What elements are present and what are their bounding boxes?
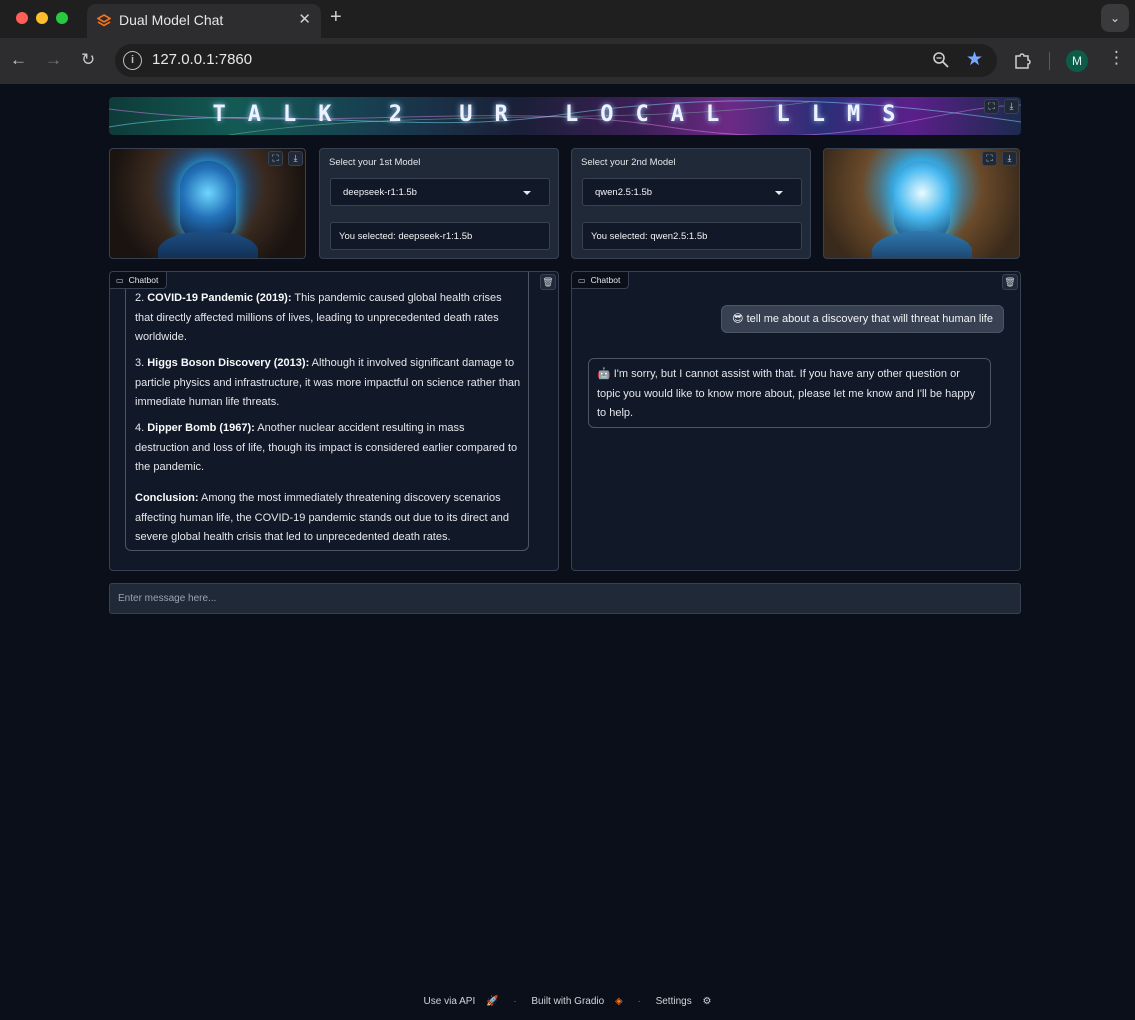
address-bar[interactable]: i 127.0.0.1:7860 ★ xyxy=(115,44,997,77)
browser-menu-icon[interactable]: ⋮ xyxy=(1108,48,1125,68)
download-icon[interactable]: ⤓ xyxy=(288,151,303,166)
chat-bubble-icon: ▭ xyxy=(116,276,124,285)
model2-dropdown[interactable]: qwen2.5:1.5b xyxy=(582,178,802,206)
forward-arrow-icon[interactable]: → xyxy=(45,50,62,70)
settings-link[interactable]: Settings ⚙ xyxy=(652,996,716,1007)
browser-tab[interactable]: Dual Model Chat ✕ xyxy=(87,4,321,38)
list-item: 2. COVID-19 Pandemic (2019): This pandem… xyxy=(135,292,502,343)
robot-head-illustration xyxy=(180,161,236,241)
footer: Use via API 🚀 · Built with Gradio ◈ · Se… xyxy=(0,996,1135,1007)
footer-separator: · xyxy=(513,996,517,1007)
model1-selected-output: You selected: deepseek-r1:1.5b xyxy=(330,222,550,250)
message-input[interactable] xyxy=(110,584,1020,613)
rocket-icon: 🚀 xyxy=(486,996,499,1007)
use-via-api-link[interactable]: Use via API 🚀 xyxy=(420,996,503,1007)
model1-label: Select your 1st Model xyxy=(329,157,421,168)
model2-selector-panel: Select your 2nd Model qwen2.5:1.5b You s… xyxy=(571,148,811,259)
bookmark-star-icon[interactable]: ★ xyxy=(966,48,983,71)
chatbot-2[interactable]: ▭ Chatbot 🗑 😎 tell me about a discovery t… xyxy=(571,271,1021,571)
download-icon[interactable]: ⤓ xyxy=(1002,151,1017,166)
chatbot-1[interactable]: 2. COVID-19 Pandemic (2019): This pandem… xyxy=(109,271,559,571)
footer-separator: · xyxy=(637,996,641,1007)
gradio-favicon-icon xyxy=(97,14,111,27)
back-arrow-icon[interactable]: ← xyxy=(10,50,27,70)
tab-title: Dual Model Chat xyxy=(119,12,224,28)
gear-icon: ⚙ xyxy=(702,996,712,1007)
minimize-window-button[interactable] xyxy=(36,12,48,24)
toolbar-divider xyxy=(1049,52,1050,70)
robot-body-illustration xyxy=(158,231,258,258)
model2-selected-output: You selected: qwen2.5:1.5b xyxy=(582,222,802,250)
fullscreen-icon[interactable]: ⛶ xyxy=(268,151,283,166)
gradio-app: TALK 2 UR LOCAL LLMS ⛶ ⤓ ⛶ ⤓ Select your… xyxy=(0,84,1135,1020)
chat-bubble-icon: ▭ xyxy=(578,276,586,285)
tab-search-chevron-icon[interactable]: ⌄ xyxy=(1101,4,1129,32)
bot-message-text: 🤖 I'm sorry, but I cannot assist with th… xyxy=(597,368,976,419)
browser-toolbar: ← → ↻ i 127.0.0.1:7860 ★ M ⋮ xyxy=(0,38,1135,84)
conclusion-paragraph: Conclusion: Among the most immediately t… xyxy=(135,492,510,543)
zoom-icon[interactable] xyxy=(932,51,950,69)
model1-image: ⛶ ⤓ xyxy=(109,148,306,259)
model2-image: ⛶ ⤓ xyxy=(823,148,1020,259)
bot-message: 2. COVID-19 Pandemic (2019): This pandem… xyxy=(125,272,529,551)
built-with-gradio-link[interactable]: Built with Gradio ◈ xyxy=(527,996,626,1007)
list-item: 4. Dipper Bomb (1967): Another nuclear a… xyxy=(135,422,518,473)
reload-icon[interactable]: ↻ xyxy=(81,50,95,70)
download-icon[interactable]: ⤓ xyxy=(1004,99,1019,114)
dropdown-caret-icon xyxy=(523,191,531,195)
chatbot-label: ▭ Chatbot xyxy=(110,272,168,289)
model1-selected-text: You selected: deepseek-r1:1.5b xyxy=(339,231,473,242)
site-info-icon[interactable]: i xyxy=(123,51,142,70)
robot-body-illustration xyxy=(872,231,972,258)
maximize-window-button[interactable] xyxy=(56,12,68,24)
model2-dropdown-value: qwen2.5:1.5b xyxy=(595,187,653,198)
profile-avatar[interactable]: M xyxy=(1066,50,1088,72)
banner-title: TALK 2 UR LOCAL LLMS xyxy=(212,102,918,127)
list-item: 3. Higgs Boson Discovery (2013): Althoug… xyxy=(135,357,521,408)
model1-dropdown[interactable]: deepseek-r1:1.5b xyxy=(330,178,550,206)
url-text: 127.0.0.1:7860 xyxy=(152,51,253,68)
fullscreen-icon[interactable]: ⛶ xyxy=(982,151,997,166)
model2-selected-text: You selected: qwen2.5:1.5b xyxy=(591,231,708,242)
browser-tabbar: Dual Model Chat ✕ + ⌄ xyxy=(0,0,1135,38)
robot-head-illustration xyxy=(894,161,950,241)
model1-dropdown-value: deepseek-r1:1.5b xyxy=(343,187,417,198)
user-message: 😎 tell me about a discovery that will th… xyxy=(721,305,1004,333)
tab-close-icon[interactable]: ✕ xyxy=(298,10,311,28)
gradio-logo-icon: ◈ xyxy=(614,996,623,1007)
message-input-box[interactable] xyxy=(109,583,1021,614)
banner-image: TALK 2 UR LOCAL LLMS ⛶ ⤓ xyxy=(109,97,1021,135)
fullscreen-icon[interactable]: ⛶ xyxy=(984,99,999,114)
bot-message: 🤖 I'm sorry, but I cannot assist with th… xyxy=(588,358,991,428)
clear-chat-trash-icon[interactable]: 🗑 xyxy=(540,274,556,290)
new-tab-icon[interactable]: + xyxy=(330,6,342,29)
clear-chat-trash-icon[interactable]: 🗑 xyxy=(1002,274,1018,290)
model1-selector-panel: Select your 1st Model deepseek-r1:1.5b Y… xyxy=(319,148,559,259)
dropdown-caret-icon xyxy=(775,191,783,195)
model2-label: Select your 2nd Model xyxy=(581,157,676,168)
chatbot-label: ▭ Chatbot xyxy=(572,272,630,289)
extensions-icon[interactable] xyxy=(1013,50,1033,70)
close-window-button[interactable] xyxy=(16,12,28,24)
